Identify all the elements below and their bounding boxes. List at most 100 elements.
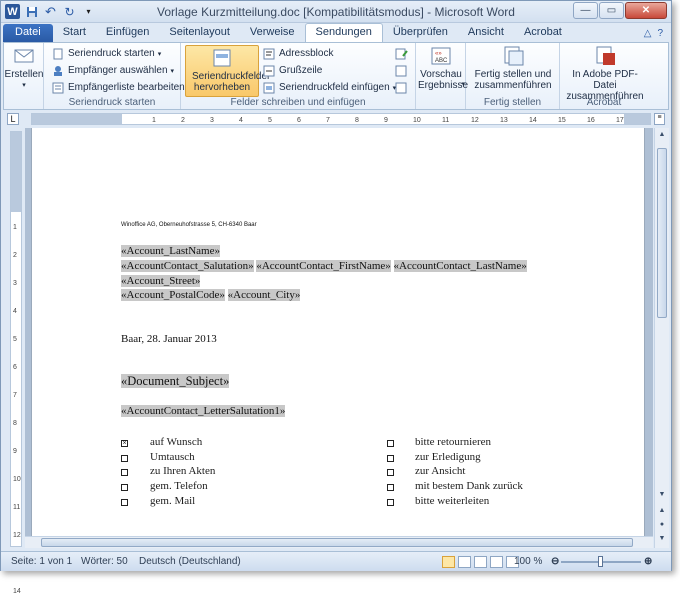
document-page[interactable]: Winoffice AG, Oberneuhofstrasse 5, CH-63…: [31, 128, 645, 548]
ruler-tick: 5: [13, 336, 17, 343]
checkbox[interactable]: [387, 469, 394, 477]
merge-field[interactable]: «Account_City»: [227, 289, 301, 301]
scroll-up-icon[interactable]: ▲: [656, 128, 668, 141]
ruler-toggle-icon[interactable]: ≡: [654, 113, 665, 125]
empfaenger-auswaehlen-button[interactable]: Empfänger auswählen ▾: [52, 63, 174, 78]
tab-verweise[interactable]: Verweise: [240, 24, 305, 42]
tab-ansicht[interactable]: Ansicht: [458, 24, 514, 42]
adressblock-button[interactable]: Adressblock: [263, 46, 333, 61]
full-screen-icon[interactable]: [458, 556, 471, 568]
ruler-row: L 1 2 3 4 5 6 7 8 9 10 11 12 13 14 15 16 17 ≡: [3, 111, 669, 127]
ruler-tick: 6: [13, 364, 17, 371]
seriendruckfelder-hervorheben-button[interactable]: Seriendruckfelder hervorheben: [185, 45, 270, 97]
ruler-tick: 4: [239, 117, 243, 124]
previous-page-icon[interactable]: ▲: [656, 504, 668, 517]
tab-einfuegen[interactable]: Einfügen: [96, 24, 159, 42]
language-indicator[interactable]: Deutsch (Deutschland): [139, 556, 241, 567]
next-page-icon[interactable]: ▼: [656, 532, 668, 545]
help-icon[interactable]: ?: [657, 28, 663, 39]
merge-field[interactable]: «AccountContact_Salutation»: [121, 260, 254, 272]
checkbox[interactable]: [121, 498, 128, 506]
tab-selector[interactable]: L: [7, 113, 19, 125]
tab-ueberpruefen[interactable]: Überprüfen: [383, 24, 458, 42]
rules-icon[interactable]: [395, 46, 411, 61]
group-label-felder: Felder schreiben und einfügen: [230, 97, 366, 108]
group-vorschau: «» ABC Vorschau Ergebnisse ▾: [416, 43, 468, 109]
tab-seitenlayout[interactable]: Seitenlayout: [159, 24, 240, 42]
address-line-2: «AccountContact_Salutation» «AccountCont…: [121, 260, 527, 272]
erstellen-label: Erstellen: [4, 69, 44, 80]
checkbox[interactable]: ×: [121, 440, 128, 447]
ruler-tick: 3: [210, 117, 214, 124]
seriendruckfeld-einfuegen-button[interactable]: Seriendruckfeld einfügen ▾: [263, 80, 396, 95]
vertical-ruler[interactable]: 1234567891011121314: [10, 131, 22, 595]
date-line: Baar, 28. Januar 2013: [121, 333, 217, 345]
ruler-tick: 10: [13, 476, 21, 483]
zoom-out-icon[interactable]: ⊖: [551, 556, 559, 567]
ruler-tick: 15: [558, 117, 566, 124]
highlight-fields-icon: [210, 47, 234, 69]
tab-start[interactable]: Start: [53, 24, 96, 42]
ruler-tick: 5: [268, 117, 272, 124]
document-icon: [52, 48, 65, 60]
checkbox[interactable]: [387, 454, 394, 462]
merge-field[interactable]: «AccountContact_FirstName»: [256, 260, 391, 272]
ribbon-help: △ ?: [644, 28, 671, 42]
horizontal-ruler[interactable]: 1 2 3 4 5 6 7 8 9 10 11 12 13 14 15 16 17: [31, 113, 651, 125]
horizontal-scroll-thumb[interactable]: [41, 538, 633, 547]
vertical-scroll-thumb[interactable]: [657, 148, 667, 318]
word-count[interactable]: Wörter: 50: [81, 556, 128, 567]
merge-field[interactable]: «Account_Street»: [121, 275, 201, 287]
checkbox[interactable]: [387, 440, 394, 447]
checkbox[interactable]: [387, 498, 394, 506]
tab-datei[interactable]: Datei: [3, 24, 53, 42]
merge-field[interactable]: «AccountContact_LetterSalutation1»: [121, 405, 286, 417]
merge-field[interactable]: «AccountContact_LastName»: [393, 260, 527, 272]
finish-merge-icon: [501, 45, 525, 67]
group-label-fertig: Fertig stellen: [483, 97, 542, 108]
vorschau-ergebnisse-button[interactable]: «» ABC Vorschau Ergebnisse ▾: [418, 45, 468, 91]
tab-sendungen[interactable]: Sendungen: [304, 23, 383, 42]
seriendruck-starten-button[interactable]: Seriendruck starten ▾: [52, 46, 161, 61]
adobe-pdf-merge-button[interactable]: In Adobe PDF-Datei zusammenführen: [562, 45, 648, 102]
grusszeile-button[interactable]: Grußzeile: [263, 63, 322, 78]
fertig-stellen-button[interactable]: Fertig stellen und zusammenführen: [470, 45, 556, 91]
merge-field[interactable]: «Document_Subject»: [121, 374, 230, 388]
ribbon: Erstellen ▾ Seriendruck starten ▾ Empfäng…: [3, 42, 669, 110]
zoom-in-icon[interactable]: ⊕: [644, 556, 652, 567]
ruler-tick: 1: [13, 224, 17, 231]
update-labels-icon[interactable]: [395, 80, 407, 95]
zoom-level[interactable]: 100 %: [514, 556, 542, 567]
ruler-tick: 4: [13, 308, 17, 315]
scroll-down-icon[interactable]: ▼: [656, 488, 668, 501]
web-layout-icon[interactable]: [474, 556, 487, 568]
tab-acrobat[interactable]: Acrobat: [514, 24, 572, 42]
group-acrobat: In Adobe PDF-Datei zusammenführen Acroba…: [560, 43, 648, 109]
erstellen-button[interactable]: Erstellen ▾: [5, 45, 43, 91]
outline-icon[interactable]: [490, 556, 503, 568]
match-fields-icon[interactable]: [395, 63, 407, 78]
print-layout-icon[interactable]: [442, 556, 455, 568]
page-count[interactable]: Seite: 1 von 1: [11, 556, 72, 567]
ruler-tick: 14: [529, 117, 537, 124]
zoom-slider-handle[interactable]: [598, 556, 603, 567]
checkbox[interactable]: [121, 469, 128, 477]
ruler-tick: 8: [13, 420, 17, 427]
checkbox[interactable]: [121, 484, 128, 492]
ruler-tick: 1: [152, 117, 156, 124]
browse-object-icon[interactable]: ●: [656, 518, 668, 531]
minimize-ribbon-icon[interactable]: △: [644, 28, 652, 39]
merge-field[interactable]: «Account_PostalCode»: [121, 289, 225, 301]
pdf-merge-icon: [593, 45, 617, 67]
checkbox[interactable]: [387, 484, 394, 492]
maximize-button[interactable]: ▭: [599, 2, 624, 19]
group-felder: Seriendruckfelder hervorheben Adressbloc…: [181, 43, 416, 109]
close-button[interactable]: ✕: [625, 2, 667, 19]
merge-field[interactable]: «Account_LastName»: [121, 245, 220, 257]
checkbox[interactable]: [121, 454, 128, 462]
minimize-button[interactable]: —: [573, 2, 598, 19]
ruler-tick: 9: [13, 448, 17, 455]
empfaengerliste-bearbeiten-button[interactable]: Empfängerliste bearbeiten: [52, 80, 185, 95]
horizontal-scrollbar[interactable]: [25, 536, 653, 548]
vertical-scrollbar[interactable]: ▲ ▼ ▲ ● ▼: [654, 128, 669, 548]
